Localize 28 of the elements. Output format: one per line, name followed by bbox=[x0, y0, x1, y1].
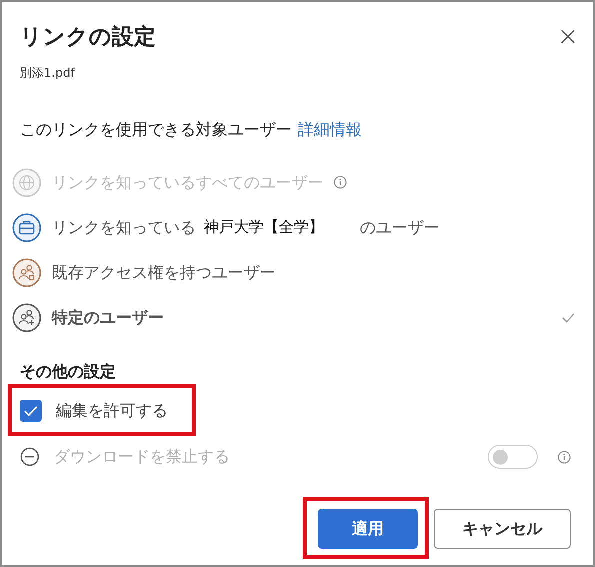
setting-label: ダウンロードを禁止する bbox=[54, 446, 230, 468]
people-icon bbox=[12, 258, 42, 288]
option-label: 特定のユーザー bbox=[52, 306, 164, 328]
checkmark-icon bbox=[24, 406, 38, 416]
option-label: リンクを知っている bbox=[52, 216, 196, 238]
globe-icon bbox=[12, 168, 42, 198]
option-label: 既存アクセス権を持つユーザー bbox=[52, 262, 276, 284]
checkbox[interactable] bbox=[20, 400, 42, 422]
file-name: 別添1.pdf bbox=[19, 65, 76, 82]
option-label: リンクを知っているすべてのユーザー bbox=[52, 172, 324, 194]
info-icon[interactable] bbox=[558, 450, 571, 464]
details-link[interactable]: 詳細情報 bbox=[298, 118, 362, 142]
apply-button[interactable]: 適用 bbox=[318, 509, 418, 549]
close-button[interactable]: × bbox=[557, 24, 579, 50]
setting-label: 編集を許可する bbox=[56, 400, 168, 422]
option-suffix: のユーザー bbox=[360, 216, 440, 238]
check-icon bbox=[562, 312, 575, 322]
organization-name: 神戸大学【全学】 bbox=[204, 217, 324, 238]
briefcase-icon bbox=[12, 212, 42, 242]
minus-circle-icon bbox=[20, 447, 40, 467]
audience-option[interactable]: リンクを知っている 神戸大学【全学】 のユーザー bbox=[2, 205, 593, 250]
audience-option[interactable]: 既存アクセス権を持つユーザー bbox=[2, 250, 593, 295]
section-heading: このリンクを使用できる対象ユーザー bbox=[20, 119, 292, 141]
cancel-button[interactable]: キャンセル bbox=[434, 509, 571, 549]
people-icon bbox=[12, 302, 42, 332]
dialog-title: リンクの設定 bbox=[20, 24, 156, 52]
audience-option[interactable]: 特定のユーザー bbox=[2, 295, 593, 340]
section-heading: その他の設定 bbox=[19, 361, 117, 383]
